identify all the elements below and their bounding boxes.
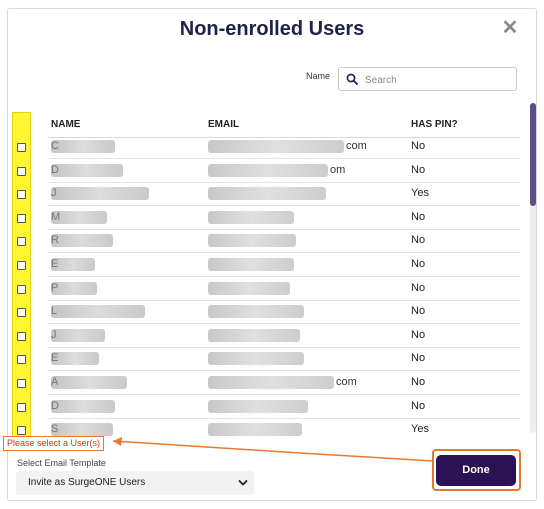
- row-name-redacted: [51, 234, 113, 248]
- search-icon: [346, 73, 358, 85]
- search-field[interactable]: [338, 67, 517, 91]
- row-name-redacted: [51, 305, 145, 319]
- scrollbar-thumb[interactable]: [530, 103, 536, 206]
- email-template-label: Select Email Template: [17, 458, 106, 468]
- search-label: Name: [306, 71, 331, 81]
- table-row[interactable]: Dom No: [12, 160, 520, 183]
- row-email-suffix: com: [336, 376, 357, 388]
- row-email-redacted: [208, 281, 290, 295]
- search-input[interactable]: [363, 71, 515, 89]
- close-icon[interactable]: ✕: [500, 18, 520, 38]
- row-checkbox[interactable]: [17, 284, 26, 294]
- row-name-initial: D: [51, 399, 59, 412]
- row-name-redacted: [51, 328, 105, 342]
- row-name-redacted: [51, 423, 113, 437]
- row-checkbox[interactable]: [17, 402, 26, 412]
- row-has-pin: No: [411, 163, 426, 176]
- row-name-initial: E: [51, 258, 59, 270]
- row-checkbox[interactable]: [17, 143, 26, 152]
- row-has-pin: No: [411, 258, 426, 270]
- row-email-suffix: com: [346, 140, 367, 152]
- row-has-pin: No: [411, 352, 426, 365]
- row-email-redacted: [208, 423, 302, 437]
- column-header-has-pin: HAS PIN?: [411, 119, 458, 130]
- table-row[interactable]: R No: [12, 230, 520, 254]
- row-has-pin: No: [411, 281, 426, 294]
- row-email-suffix: om: [330, 163, 346, 176]
- row-email-redacted: [208, 258, 294, 271]
- validation-error: Please select a User(s): [3, 436, 105, 451]
- row-checkbox[interactable]: [17, 190, 26, 200]
- table-row[interactable]: J No: [12, 325, 520, 348]
- row-checkbox[interactable]: [17, 237, 26, 247]
- row-name-initial: J: [51, 187, 57, 200]
- row-name-initial: L: [51, 305, 58, 318]
- column-header-email: EMAIL: [208, 119, 240, 130]
- table-scrollbar[interactable]: [530, 103, 536, 433]
- row-checkbox[interactable]: [17, 379, 26, 388]
- row-checkbox[interactable]: [17, 261, 26, 270]
- chevron-down-icon: [238, 480, 248, 486]
- row-email-redacted: [208, 305, 304, 319]
- row-email-redacted: [208, 187, 326, 201]
- row-email-redacted: [208, 163, 328, 177]
- row-name-initial: D: [51, 163, 59, 176]
- row-name-initial: C: [51, 140, 59, 152]
- table-row[interactable]: E No: [12, 254, 520, 277]
- row-checkbox[interactable]: [17, 355, 26, 365]
- row-checkbox[interactable]: [17, 166, 26, 176]
- table-row[interactable]: J Yes: [12, 183, 520, 207]
- column-header-name: NAME: [51, 119, 81, 130]
- row-name-redacted: [51, 376, 127, 389]
- row-checkbox[interactable]: [17, 426, 26, 436]
- table-row[interactable]: P No: [12, 278, 520, 301]
- table-row[interactable]: L No: [12, 301, 520, 325]
- row-has-pin: No: [411, 399, 426, 412]
- row-name-initial: A: [51, 376, 59, 388]
- row-email-redacted: [208, 352, 304, 366]
- email-template-select[interactable]: Invite as SurgeONE Users: [16, 471, 254, 495]
- row-email-redacted: [208, 210, 294, 224]
- row-checkbox[interactable]: [17, 213, 26, 223]
- row-email-redacted: [208, 234, 296, 248]
- table-row[interactable]: E No: [12, 348, 520, 372]
- dialog-title: Non-enrolled Users: [179, 18, 365, 40]
- row-checkbox[interactable]: [17, 331, 26, 341]
- row-name-redacted: [51, 163, 123, 177]
- email-template-selected: Invite as SurgeONE Users: [28, 477, 146, 488]
- row-name-initial: J: [51, 328, 57, 341]
- row-checkbox[interactable]: [17, 308, 26, 318]
- row-name-redacted: [51, 399, 115, 413]
- row-name-redacted: [51, 187, 149, 201]
- row-name-initial: R: [51, 234, 59, 247]
- users-table: NAME EMAIL HAS PIN? Ccom No Dom No J Yes M No R N…: [12, 112, 528, 440]
- row-name-initial: M: [51, 210, 61, 223]
- done-button[interactable]: Done: [436, 455, 516, 486]
- row-has-pin: No: [411, 140, 426, 152]
- row-name-initial: P: [51, 281, 59, 294]
- row-has-pin: No: [411, 305, 426, 318]
- row-name-initial: E: [51, 352, 59, 365]
- row-has-pin: No: [411, 210, 426, 223]
- row-has-pin: Yes: [411, 423, 429, 436]
- row-email-redacted: [208, 376, 334, 389]
- row-email-redacted: [208, 140, 344, 153]
- table-row[interactable]: M No: [12, 207, 520, 230]
- row-email-redacted: [208, 328, 300, 342]
- row-has-pin: No: [411, 234, 426, 247]
- row-has-pin: Yes: [411, 187, 429, 200]
- table-row[interactable]: Ccom No: [12, 136, 520, 159]
- row-has-pin: No: [411, 328, 426, 341]
- row-name-redacted: [51, 140, 115, 153]
- row-has-pin: No: [411, 376, 426, 388]
- table-row[interactable]: Acom No: [12, 372, 520, 395]
- row-email-redacted: [208, 399, 308, 413]
- table-row[interactable]: D No: [12, 396, 520, 419]
- row-name-initial: S: [51, 423, 59, 436]
